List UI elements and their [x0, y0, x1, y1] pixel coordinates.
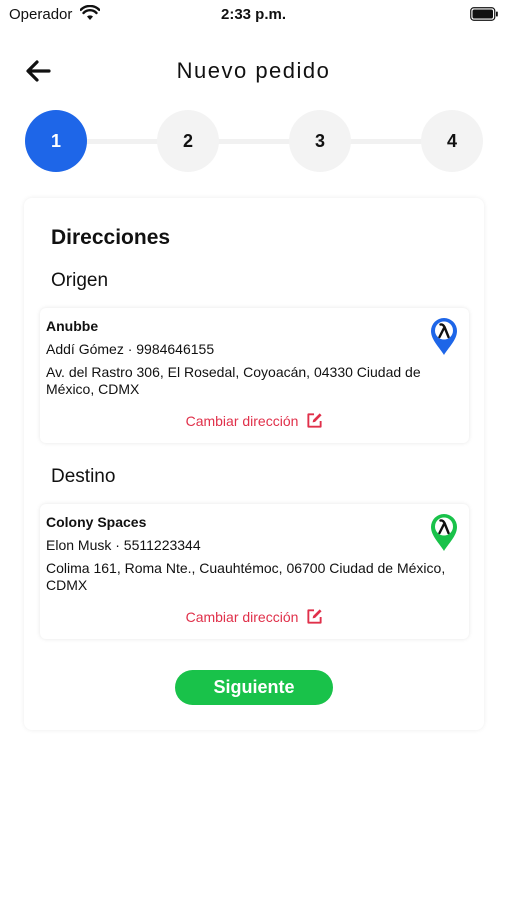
- battery-icon: [470, 7, 498, 21]
- page-title: Nuevo pedido: [176, 58, 331, 83]
- destination-name: Colony Spaces: [46, 514, 147, 530]
- origin-address: Av. del Rastro 306, El Rosedal, Coyoacán…: [46, 364, 421, 397]
- stepper-track: [56, 139, 452, 144]
- destination-address: Colima 161, Roma Nte., Cuauhtémoc, 06700…: [46, 560, 446, 593]
- destination-change-label: Cambiar dirección: [185, 608, 299, 625]
- status-bar: Operador 2:33 p.m.: [0, 0, 507, 30]
- status-time: 2:33 p.m.: [220, 6, 287, 23]
- destination-address-card: Colony Spaces Elon Musk · 5511223344 Col…: [40, 504, 469, 639]
- step-4[interactable]: 4: [421, 110, 483, 172]
- next-button[interactable]: Siguiente: [175, 670, 333, 705]
- addresses-card: Direcciones Origen Anubbe Addí Gómez · 9…: [24, 198, 484, 730]
- origin-label: Origen: [51, 270, 109, 291]
- step-2[interactable]: 2: [157, 110, 219, 172]
- edit-icon: [307, 413, 322, 428]
- blue-lambda-pin-icon: [431, 318, 457, 355]
- destination-change-address-link[interactable]: Cambiar dirección: [40, 608, 469, 625]
- destination-label: Destino: [51, 466, 116, 487]
- step-3[interactable]: 3: [289, 110, 351, 172]
- step-1[interactable]: 1: [25, 110, 87, 172]
- section-title: Direcciones: [51, 226, 171, 249]
- origin-change-label: Cambiar dirección: [185, 412, 299, 429]
- origin-contact: Addí Gómez · 9984646155: [46, 341, 215, 357]
- progress-stepper: 1 2 3 4: [25, 110, 483, 172]
- edit-icon: [307, 609, 322, 624]
- origin-address-card: Anubbe Addí Gómez · 9984646155 Av. del R…: [40, 308, 469, 443]
- origin-change-address-link[interactable]: Cambiar dirección: [40, 412, 469, 429]
- green-lambda-pin-icon: [431, 514, 457, 551]
- destination-contact: Elon Musk · 5511223344: [46, 537, 201, 553]
- origin-name: Anubbe: [46, 318, 99, 334]
